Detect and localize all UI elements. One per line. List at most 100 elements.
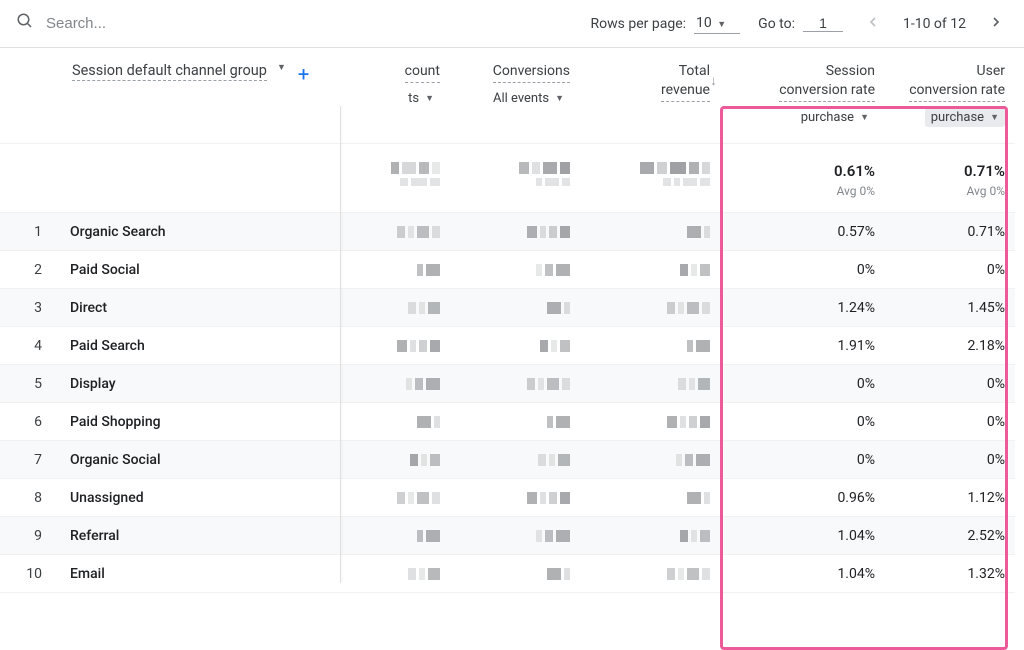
- row-session-cr: 0%: [720, 403, 885, 441]
- column-count-header[interactable]: count ts ▼: [340, 48, 450, 144]
- filter-text: purchase: [801, 110, 854, 125]
- goto-input[interactable]: [803, 15, 843, 32]
- row-index: 1: [0, 213, 60, 251]
- row-session-cr: 1.04%: [720, 555, 885, 593]
- row-conversions: [450, 441, 580, 479]
- column-session-cr-header[interactable]: ↓ Session conversion rate purchase ▼: [720, 48, 885, 144]
- frozen-column-divider: [340, 106, 341, 583]
- row-session-cr: 1.91%: [720, 327, 885, 365]
- search-icon: [16, 12, 34, 35]
- search-wrap: [16, 12, 591, 35]
- column-user-cr-header[interactable]: User conversion rate purchase ▼: [885, 48, 1015, 144]
- metric-label: count: [405, 62, 440, 83]
- row-user-cr: 2.18%: [885, 327, 1015, 365]
- row-conversions: [450, 517, 580, 555]
- caret-down-icon: ▼: [990, 112, 999, 123]
- row-channel-name[interactable]: Direct: [60, 289, 340, 327]
- row-user-cr: 1.12%: [885, 479, 1015, 517]
- row-channel-name[interactable]: Display: [60, 365, 340, 403]
- row-channel-name[interactable]: Paid Search: [60, 327, 340, 365]
- row-session-cr: 0%: [720, 441, 885, 479]
- row-index: 6: [0, 403, 60, 441]
- toolbar: Rows per page: 10 ▼ Go to: 1-10 of 12: [0, 0, 1024, 48]
- goto-label: Go to:: [758, 16, 795, 32]
- row-count: [340, 365, 450, 403]
- row-channel-name[interactable]: Referral: [60, 517, 340, 555]
- row-index: 5: [0, 365, 60, 403]
- summary-spacer: [0, 144, 340, 213]
- row-count: [340, 403, 450, 441]
- row-channel-name[interactable]: Organic Social: [60, 441, 340, 479]
- caret-down-icon[interactable]: ▼: [277, 62, 286, 73]
- dimension-label[interactable]: Session default channel group: [72, 62, 267, 81]
- row-revenue: [580, 365, 720, 403]
- filter-text: ts: [408, 91, 419, 106]
- row-index: 10: [0, 555, 60, 593]
- row-conversions: [450, 365, 580, 403]
- row-conversions: [450, 327, 580, 365]
- row-count: [340, 479, 450, 517]
- row-conversions: [450, 479, 580, 517]
- row-channel-name[interactable]: Email: [60, 555, 340, 593]
- page-range-label: 1-10 of 12: [903, 16, 966, 32]
- caret-down-icon: ▼: [425, 93, 434, 104]
- conversions-filter[interactable]: All events ▼: [487, 89, 570, 108]
- row-index: 9: [0, 517, 60, 555]
- row-user-cr: 0%: [885, 403, 1015, 441]
- row-count: [340, 213, 450, 251]
- row-revenue: [580, 327, 720, 365]
- column-revenue-header[interactable]: Total revenue: [580, 48, 720, 144]
- row-revenue: [580, 479, 720, 517]
- session-cr-filter[interactable]: purchase ▼: [795, 108, 875, 127]
- rows-per-page: Rows per page: 10 ▼: [591, 13, 741, 34]
- sort-down-icon: ↓: [710, 72, 717, 89]
- user-cr-filter[interactable]: purchase ▼: [925, 108, 1005, 127]
- row-channel-name[interactable]: Paid Shopping: [60, 403, 340, 441]
- row-channel-name[interactable]: Paid Social: [60, 251, 340, 289]
- row-index: 4: [0, 327, 60, 365]
- summary-conversions: [450, 144, 580, 213]
- add-dimension-button[interactable]: +: [294, 62, 313, 86]
- row-session-cr: 1.04%: [720, 517, 885, 555]
- count-filter[interactable]: ts ▼: [402, 89, 440, 108]
- rows-select[interactable]: 10 ▼: [694, 13, 740, 34]
- column-conversions-header[interactable]: Conversions All events ▼: [450, 48, 580, 144]
- next-page-button[interactable]: [984, 10, 1008, 38]
- row-count: [340, 251, 450, 289]
- metric-label: User conversion rate: [909, 62, 1005, 102]
- summary-revenue: [580, 144, 720, 213]
- row-count: [340, 555, 450, 593]
- prev-page-button[interactable]: [861, 10, 885, 38]
- caret-down-icon: ▼: [860, 112, 869, 123]
- row-conversions: [450, 403, 580, 441]
- row-session-cr: 0.57%: [720, 213, 885, 251]
- row-conversions: [450, 213, 580, 251]
- row-revenue: [580, 517, 720, 555]
- search-input[interactable]: [46, 15, 246, 32]
- row-conversions: [450, 555, 580, 593]
- filter-text: All events: [493, 91, 549, 106]
- row-channel-name[interactable]: Organic Search: [60, 213, 340, 251]
- rows-value: 10: [696, 15, 712, 31]
- row-revenue: [580, 251, 720, 289]
- metric-label: Conversions: [493, 62, 570, 83]
- row-user-cr: 0%: [885, 251, 1015, 289]
- summary-count: [340, 144, 450, 213]
- row-user-cr: 1.32%: [885, 555, 1015, 593]
- row-count: [340, 517, 450, 555]
- rows-label: Rows per page:: [591, 16, 686, 32]
- summary-sub: Avg 0%: [836, 184, 875, 198]
- data-table: Session default channel group ▼ + count …: [0, 48, 1024, 593]
- row-session-cr: 1.24%: [720, 289, 885, 327]
- summary-value: 0.71%: [964, 162, 1005, 180]
- row-revenue: [580, 289, 720, 327]
- row-session-cr: 0.96%: [720, 479, 885, 517]
- row-index: 7: [0, 441, 60, 479]
- row-revenue: [580, 555, 720, 593]
- row-revenue: [580, 213, 720, 251]
- row-count: [340, 327, 450, 365]
- row-channel-name[interactable]: Unassigned: [60, 479, 340, 517]
- row-session-cr: 0%: [720, 365, 885, 403]
- row-count: [340, 289, 450, 327]
- summary-sub: Avg 0%: [966, 184, 1005, 198]
